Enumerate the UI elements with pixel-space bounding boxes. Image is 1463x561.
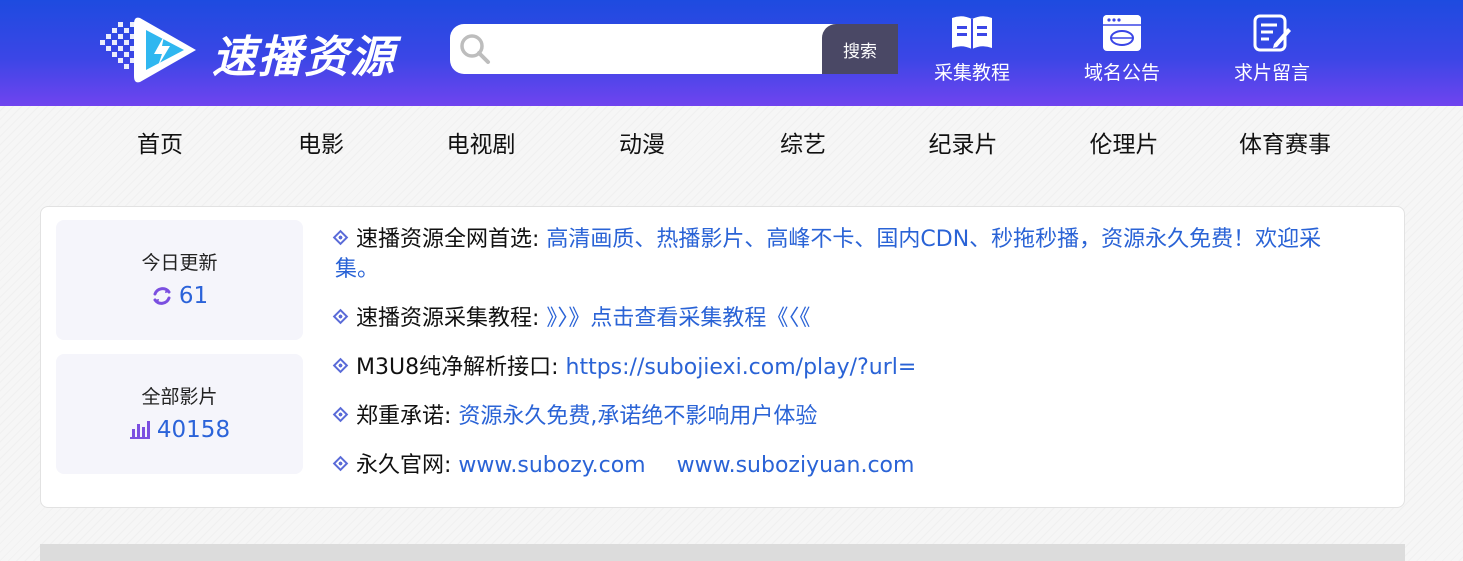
notice-item: 永久官网: www.subozy.com www.suboziyuan.com <box>332 451 1365 481</box>
diamond-bullet-icon <box>332 455 349 472</box>
book-icon <box>952 16 992 49</box>
browser-www-icon <box>1103 15 1141 51</box>
brand-name: 速播资源 <box>212 32 396 83</box>
search-icon <box>460 34 490 64</box>
header-link-label: 域名公告 <box>1083 62 1160 84</box>
stat-today-updates: 今日更新 61 <box>56 220 303 340</box>
diamond-bullet-icon <box>332 229 349 246</box>
notice-title: 郑重承诺: <box>356 404 452 429</box>
info-panel: 今日更新 61 全部影片 40158 速播资源全网首选: 高清画质、热播影片、高… <box>40 206 1405 508</box>
nav-item-home[interactable]: 首页 <box>80 122 240 168</box>
category-nav: 首页 电影 电视剧 动漫 综艺 纪录片 伦理片 体育赛事 <box>80 122 1365 168</box>
site-logo[interactable]: 速播资源 <box>96 10 406 90</box>
nav-item-sports[interactable]: 体育赛事 <box>1205 122 1365 168</box>
notice-title: 速播资源全网首选: <box>356 227 540 252</box>
edit-note-icon <box>1253 14 1291 52</box>
nav-item-tv[interactable]: 电视剧 <box>401 122 561 168</box>
parse-api-link[interactable]: https://subojiexi.com/play/?url= <box>566 355 917 380</box>
nav-item-anime[interactable]: 动漫 <box>562 122 722 168</box>
table-header-bar <box>40 544 1405 561</box>
stat-label: 今日更新 <box>141 252 218 274</box>
search-input[interactable] <box>496 24 822 74</box>
stat-value: 61 <box>178 283 209 309</box>
diamond-bullet-icon <box>332 308 349 325</box>
official-site-link-1[interactable]: www.subozy.com <box>458 453 645 478</box>
notice-link[interactable]: 资源永久免费,承诺绝不影响用户体验 <box>458 404 817 429</box>
header-link-request[interactable]: 求片留言 <box>1222 14 1322 85</box>
header-link-label: 采集教程 <box>933 62 1010 84</box>
header: 速播资源 搜索 采集教程 域名公告 求片留言 <box>0 0 1463 106</box>
refresh-icon <box>153 287 171 305</box>
notice-item: 速播资源全网首选: 高清画质、热播影片、高峰不卡、国内CDN、秒拖秒播，资源永久… <box>332 225 1365 285</box>
notice-item: 郑重承诺: 资源永久免费,承诺绝不影响用户体验 <box>332 402 1365 432</box>
stat-label: 全部影片 <box>141 386 218 408</box>
notice-item: 速播资源采集教程: 》〉》点击查看采集教程《〈《 <box>332 304 1365 334</box>
nav-item-documentary[interactable]: 纪录片 <box>883 122 1043 168</box>
header-link-domain[interactable]: 域名公告 <box>1072 14 1172 85</box>
play-lightning-icon <box>100 17 196 83</box>
header-link-label: 求片留言 <box>1233 62 1310 84</box>
nav-item-ethics[interactable]: 伦理片 <box>1044 122 1204 168</box>
notice-title: 永久官网: <box>356 453 452 478</box>
search-button[interactable]: 搜索 <box>822 24 898 74</box>
stat-total-movies: 全部影片 40158 <box>56 354 303 474</box>
diamond-bullet-icon <box>332 357 349 374</box>
notice-list: 速播资源全网首选: 高清画质、热播影片、高峰不卡、国内CDN、秒拖秒播，资源永久… <box>332 225 1365 500</box>
nav-item-variety[interactable]: 综艺 <box>723 122 883 168</box>
stat-value: 40158 <box>156 417 231 443</box>
header-link-tutorial[interactable]: 采集教程 <box>922 14 1022 85</box>
notice-item: M3U8纯净解析接口: https://subojiexi.com/play/?… <box>332 353 1365 383</box>
tutorial-link[interactable]: 》〉》点击查看采集教程《〈《 <box>546 306 810 331</box>
official-site-link-2[interactable]: www.suboziyuan.com <box>677 453 915 478</box>
diamond-bullet-icon <box>332 406 349 423</box>
nav-item-movie[interactable]: 电影 <box>241 122 401 168</box>
notice-title: 速播资源采集教程: <box>356 306 540 331</box>
bar-chart-icon <box>129 421 150 439</box>
notice-title: M3U8纯净解析接口: <box>356 355 559 380</box>
